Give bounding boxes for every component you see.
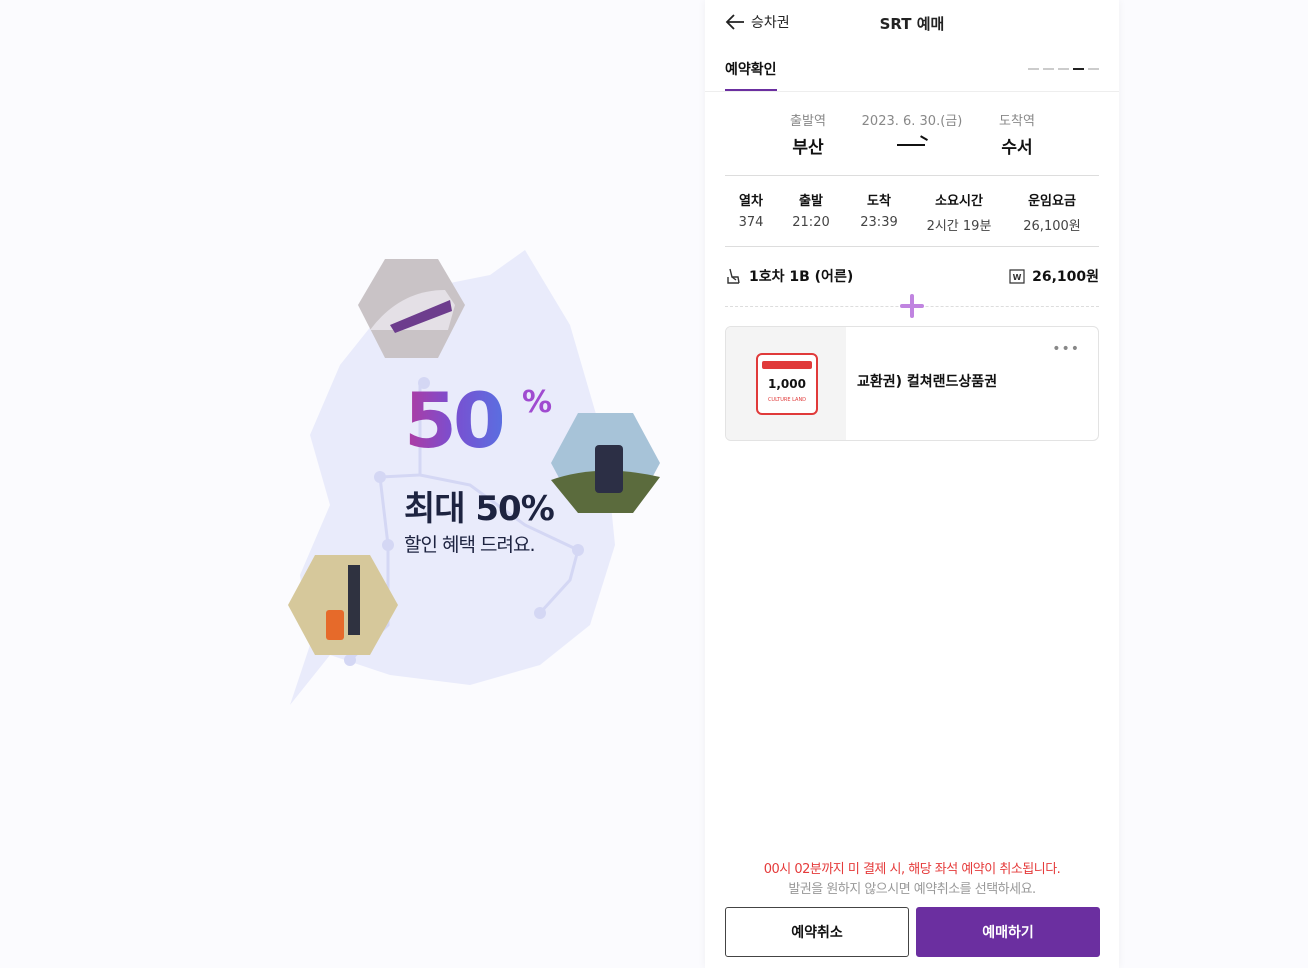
action-buttons: 예약취소 예매하기: [725, 907, 1100, 957]
step-dot-current: [1073, 68, 1084, 70]
right-arrow-icon: [897, 139, 927, 149]
arrival-label: 도착역: [999, 114, 1035, 129]
payment-notice: 00시 02분까지 미 결제 시, 해당 좌석 예약이 취소됩니다. 발권을 원…: [705, 860, 1119, 900]
train-info-table: 열차 374 출발 21:20 도착 23:39 소요시간 2시간 19분 운임…: [725, 176, 1099, 247]
step-dot: [1088, 68, 1099, 70]
seat-price: W 26,100원: [1008, 266, 1099, 286]
plus-icon: [898, 292, 926, 320]
info-col-arrive: 도착 23:39: [845, 176, 913, 246]
voucher-header: [762, 361, 812, 369]
seat-row: 1호차 1B (어른) W 26,100원: [725, 262, 1099, 292]
cancel-reservation-button[interactable]: 예약취소: [725, 907, 909, 957]
promo-banner: 50 % 최대 50% 할인 혜택 드려요.: [270, 245, 670, 725]
info-header: 열차: [739, 194, 763, 209]
purchase-button[interactable]: 예매하기: [916, 907, 1100, 957]
seat-label: 1호차 1B (어른): [749, 269, 854, 285]
tab-bar: 예약확인: [705, 50, 1119, 92]
info-value: 374: [738, 215, 764, 230]
coupon-name: 교환권) 컬쳐랜드상품권: [857, 374, 998, 390]
departure-station: 출발역 부산: [763, 110, 853, 158]
promo-subline: 할인 혜택 드려요.: [404, 534, 535, 556]
info-header: 운임요금: [1028, 194, 1076, 209]
info-value: 21:20: [792, 215, 830, 230]
info-col-fare: 운임요금 26,100원: [1005, 176, 1099, 246]
fifty-graphic: 50: [404, 376, 506, 465]
coupon-card[interactable]: 1,000 CULTURE LAND 교환권) 컬쳐랜드상품권 •••: [725, 326, 1099, 441]
page-title: SRT 예매: [879, 15, 945, 33]
price-value: 26,100원: [1032, 269, 1099, 285]
arrival-station: 도착역 수서: [972, 110, 1062, 158]
step-dot: [1058, 68, 1069, 70]
info-value: 2시간 19분: [926, 219, 992, 234]
seat-icon: [727, 268, 740, 284]
travel-date: 2023. 6. 30.(금): [857, 110, 967, 149]
info-col-duration: 소요시간 2시간 19분: [913, 176, 1005, 246]
info-header: 출발: [799, 194, 823, 209]
notice-hint: 발권을 원하지 않으시면 예약취소를 선택하세요.: [788, 882, 1036, 897]
percent-sign: %: [522, 385, 553, 420]
info-header: 도착: [867, 194, 891, 209]
header: 승차권 SRT 예매: [705, 0, 1119, 46]
info-value: 23:39: [860, 215, 898, 230]
info-col-depart: 출발 21:20: [777, 176, 845, 246]
coupon-image: 1,000 CULTURE LAND: [726, 327, 846, 440]
voucher-brand: CULTURE LAND: [767, 397, 807, 403]
tab-reservation-confirm[interactable]: 예약확인: [725, 59, 777, 91]
seat-info: 1호차 1B (어른): [725, 266, 853, 286]
info-header: 소요시간: [935, 194, 983, 209]
info-col-train: 열차 374: [725, 176, 777, 246]
svg-text:W: W: [1013, 273, 1022, 282]
notice-warning: 00시 02분까지 미 결제 시, 해당 좌석 예약이 취소됩니다.: [763, 862, 1061, 877]
step-dot: [1043, 68, 1054, 70]
voucher-amount: 1,000: [768, 377, 806, 391]
departure-label: 출발역: [790, 114, 826, 129]
promo-headline: 최대 50%: [404, 489, 555, 529]
booking-panel: 승차권 SRT 예매 예약확인 출발역 부산 2023. 6. 30.(금) 도…: [705, 0, 1119, 968]
arrival-name: 수서: [1001, 138, 1033, 158]
more-options-icon[interactable]: •••: [1052, 341, 1080, 357]
date-text: 2023. 6. 30.(금): [861, 114, 963, 129]
won-receipt-icon: W: [1009, 269, 1025, 284]
step-dot: [1028, 68, 1039, 70]
info-value: 26,100원: [1023, 219, 1081, 234]
departure-name: 부산: [792, 138, 824, 158]
step-indicator: [1028, 68, 1099, 70]
culture-land-voucher-icon: 1,000 CULTURE LAND: [756, 353, 818, 415]
route-summary: 출발역 부산 2023. 6. 30.(금) 도착역 수서: [725, 100, 1099, 176]
